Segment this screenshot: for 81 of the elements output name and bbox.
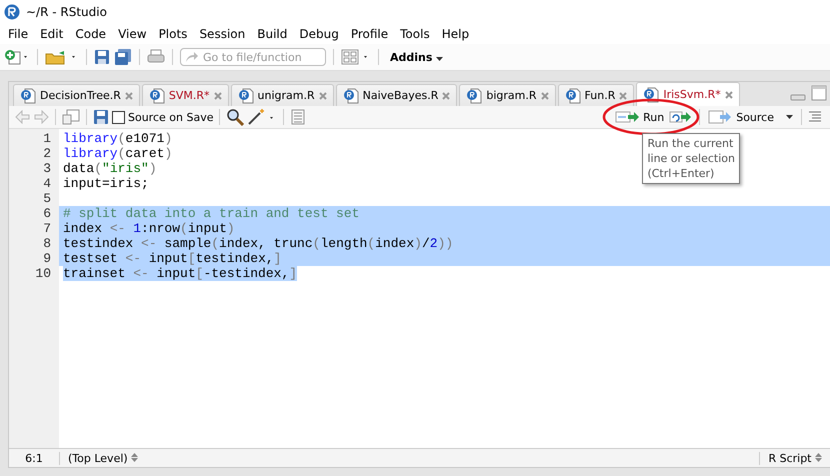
line-number: 3 — [43, 161, 51, 176]
file-tab[interactable]: bigram.R — [459, 84, 556, 106]
search-icon[interactable] — [226, 108, 244, 126]
line-number: 5 — [43, 191, 51, 206]
run-arrow-icon — [615, 110, 642, 124]
line-number: 8 — [43, 236, 51, 251]
file-tab[interactable]: unigram.R — [230, 84, 334, 106]
close-icon[interactable] — [540, 92, 549, 100]
code-line: index <- 1:nrow(input) — [63, 221, 235, 236]
file-type-selector[interactable]: R Script — [759, 452, 830, 464]
r-file-icon — [20, 88, 36, 104]
file-tab[interactable]: SVM.R* — [142, 84, 229, 106]
code-line: input=iris; — [63, 176, 149, 191]
file-tab[interactable]: NaiveBayes.R — [336, 84, 458, 106]
close-icon[interactable] — [724, 90, 733, 98]
menu-item[interactable]: File — [2, 27, 34, 41]
code-line: data("iris") — [63, 161, 157, 176]
caret-icon — [436, 56, 444, 60]
rerun-icon[interactable] — [669, 110, 694, 124]
maximize-pane-icon[interactable] — [811, 85, 827, 101]
menu-item[interactable]: View — [112, 27, 153, 41]
print-icon[interactable] — [147, 49, 165, 65]
tooltip-text: Run the current — [647, 136, 734, 151]
show-in-window-icon[interactable] — [62, 109, 80, 125]
scope-selector[interactable]: (Top Level) — [59, 452, 146, 464]
menu-item[interactable]: Profile — [344, 27, 394, 41]
tooltip-text: (Ctrl+Enter) — [647, 166, 716, 181]
line-number: 1 — [43, 131, 51, 146]
file-tab[interactable]: IrisSvm.R* — [636, 82, 740, 106]
r-file-icon — [342, 88, 359, 104]
r-file-icon — [466, 88, 482, 104]
menu-item[interactable]: Tools — [394, 27, 436, 41]
save-all-icon[interactable] — [114, 49, 132, 65]
new-file-icon[interactable] — [4, 49, 30, 65]
up-down-icon — [131, 452, 138, 462]
line-number: 7 — [43, 221, 51, 236]
line-number: 2 — [43, 146, 51, 161]
arrow-icon — [185, 51, 199, 63]
tooltip-text: line or selection — [647, 151, 735, 166]
up-down-icon — [815, 452, 822, 462]
line-number: 9 — [43, 251, 51, 266]
r-logo-icon — [4, 4, 20, 20]
addins-button[interactable]: Addins — [386, 50, 448, 64]
r-file-icon — [643, 86, 660, 102]
close-icon[interactable] — [619, 92, 628, 100]
menu-item[interactable]: Edit — [34, 27, 70, 41]
r-file-icon — [564, 88, 581, 104]
menu-item[interactable]: Session — [193, 27, 252, 41]
close-icon[interactable] — [214, 92, 222, 100]
source-on-save-checkbox[interactable] — [112, 110, 125, 124]
menu-item[interactable]: Help — [436, 27, 476, 41]
back-forward-icon[interactable] — [15, 110, 49, 124]
line-number: 10 — [35, 266, 51, 281]
source-button[interactable]: Source — [706, 110, 795, 124]
close-icon[interactable] — [318, 92, 327, 100]
save-icon[interactable] — [94, 49, 110, 65]
document-lines-icon[interactable] — [290, 109, 306, 125]
menu-item[interactable]: Plots — [152, 27, 194, 41]
file-tab[interactable]: Fun.R — [558, 84, 634, 106]
close-icon[interactable] — [442, 92, 450, 100]
code-line: # split data into a train and test set — [63, 206, 360, 221]
window-title: ~/R - RStudio — [26, 5, 107, 19]
code-line: library(caret) — [63, 146, 172, 161]
r-file-icon — [238, 88, 254, 104]
cursor-position: 6:1 — [24, 452, 44, 464]
menu-item[interactable]: Build — [251, 27, 294, 41]
close-icon[interactable] — [124, 92, 133, 100]
outline-icon[interactable] — [808, 111, 822, 123]
line-number: 6 — [43, 206, 51, 221]
caret-icon — [786, 115, 793, 119]
source-on-save-label: Source on Save — [128, 110, 214, 124]
save-icon[interactable] — [93, 109, 109, 125]
code-line: testset <- input[testindex,] — [63, 251, 282, 266]
line-number: 4 — [43, 176, 51, 191]
code-line: library(e1071) — [63, 131, 172, 146]
go-to-file-field[interactable]: Go to file/function — [180, 48, 326, 66]
file-tab[interactable]: DecisionTree.R — [13, 84, 140, 106]
code-line: testindex <- sample(index, trunc(length(index)/2)) — [63, 236, 454, 251]
r-file-icon — [148, 88, 165, 104]
menu-item[interactable]: Debug — [293, 27, 345, 41]
menu-item[interactable]: Code — [69, 27, 112, 41]
